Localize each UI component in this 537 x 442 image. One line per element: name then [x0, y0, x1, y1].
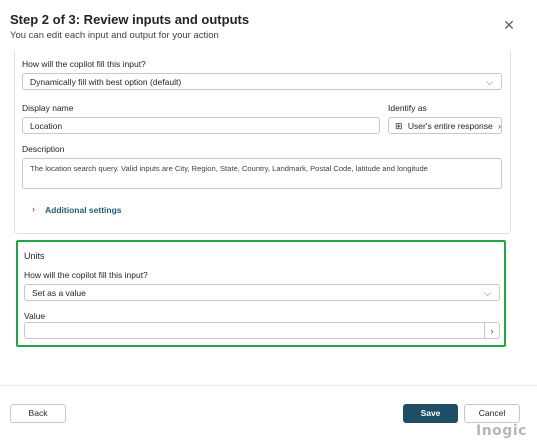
- identify-as-label: Identify as: [388, 103, 427, 113]
- chevron-down-icon: ⌵: [486, 77, 493, 87]
- description-label: Description: [22, 144, 65, 154]
- units-input-card: Units How will the copilot fill this inp…: [16, 240, 506, 347]
- display-name-value: Location: [30, 121, 63, 131]
- close-icon[interactable]: ✕: [502, 18, 516, 32]
- save-button[interactable]: Save: [403, 404, 458, 423]
- fill-method-dropdown[interactable]: Dynamically fill with best option (defau…: [22, 73, 502, 90]
- inputs-scroll-area[interactable]: How will the copilot fill this input? Dy…: [0, 50, 537, 385]
- fill-method-label: How will the copilot fill this input?: [22, 59, 146, 69]
- units-title: Units: [24, 251, 45, 261]
- display-name-label: Display name: [22, 103, 74, 113]
- description-value: The location search query. Valid inputs …: [30, 164, 428, 173]
- units-fill-method-dropdown[interactable]: Set as a value ⌵: [24, 284, 500, 301]
- dialog-header: Step 2 of 3: Review inputs and outputs Y…: [0, 0, 537, 50]
- value-label: Value: [24, 311, 46, 321]
- grid-icon: ⊞: [395, 121, 403, 131]
- additional-settings-link[interactable]: Additional settings: [45, 205, 122, 215]
- cancel-button[interactable]: Cancel: [464, 404, 520, 423]
- units-fill-method-value: Set as a value: [32, 288, 86, 298]
- description-textarea[interactable]: The location search query. Valid inputs …: [22, 158, 502, 189]
- chevron-down-icon: ⌵: [484, 288, 491, 298]
- dialog-title: Step 2 of 3: Review inputs and outputs: [10, 12, 250, 27]
- location-input-card: How will the copilot fill this input? Dy…: [14, 50, 511, 234]
- dialog-subtitle: You can edit each input and output for y…: [10, 30, 219, 41]
- value-picker-button[interactable]: ›: [484, 323, 499, 338]
- inogic-watermark: Inogic: [476, 423, 527, 439]
- fill-method-value: Dynamically fill with best option (defau…: [30, 77, 182, 87]
- units-fill-method-label: How will the copilot fill this input?: [24, 270, 148, 280]
- display-name-input[interactable]: Location: [22, 117, 380, 134]
- identify-as-button[interactable]: ⊞ User's entire response ›: [388, 117, 502, 134]
- value-input[interactable]: ›: [24, 322, 500, 339]
- identify-as-value: User's entire response: [407, 121, 493, 131]
- chevron-right-icon: ›: [498, 121, 501, 131]
- chevron-right-icon: ›: [32, 204, 35, 214]
- dialog-footer: Back Save Cancel Inogic: [0, 385, 537, 442]
- back-button[interactable]: Back: [10, 404, 66, 423]
